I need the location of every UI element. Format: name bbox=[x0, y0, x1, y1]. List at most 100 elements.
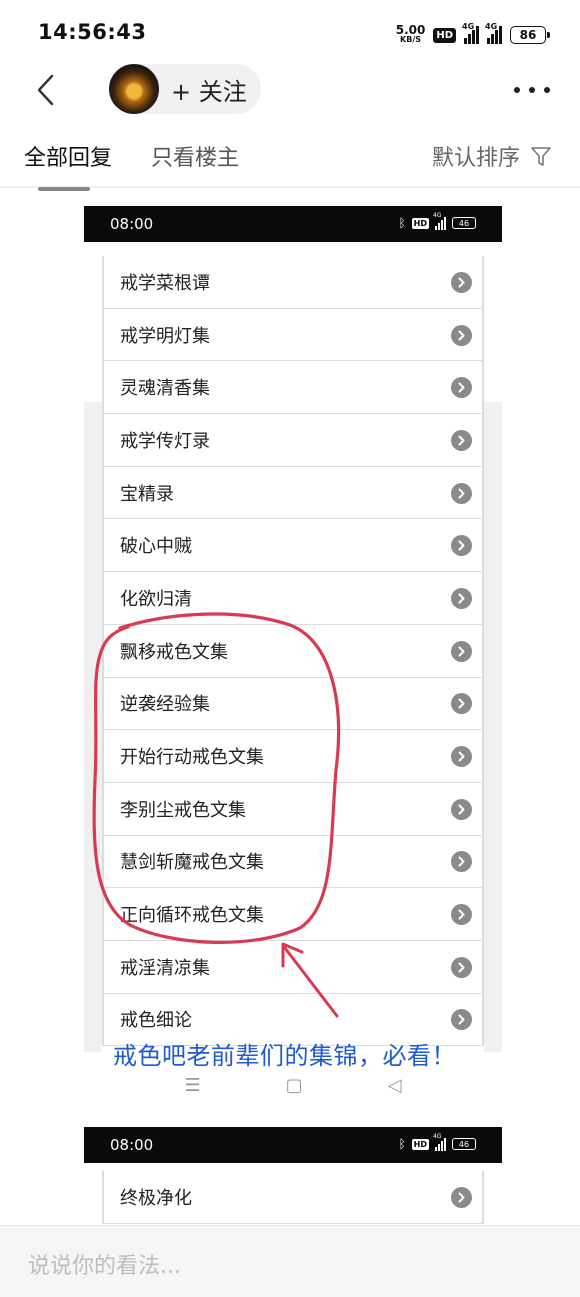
embedded-status-bar-2: 08:00 ᛒ HD 4G 46 bbox=[84, 1127, 502, 1163]
back-button[interactable] bbox=[30, 70, 70, 110]
embedded-time-2: 08:00 bbox=[110, 1136, 154, 1154]
chevron-right-icon bbox=[451, 482, 472, 504]
battery-icon: 46 bbox=[452, 217, 476, 229]
menu-icon: ☰ bbox=[184, 1074, 201, 1096]
chevron-right-icon bbox=[451, 904, 472, 926]
signal-label-2: 4G bbox=[485, 22, 498, 31]
chevron-right-icon bbox=[451, 956, 472, 978]
bluetooth-icon: ᛒ bbox=[398, 216, 406, 230]
more-icon bbox=[514, 87, 520, 93]
chevron-right-icon bbox=[451, 851, 472, 873]
chevron-right-icon bbox=[451, 798, 472, 820]
hd-icon: HD bbox=[433, 27, 456, 43]
more-button[interactable] bbox=[514, 76, 550, 104]
back-triangle-icon: ◁ bbox=[387, 1074, 402, 1096]
hd-icon: HD bbox=[411, 217, 429, 229]
list-item[interactable]: 戒学菜根谭 bbox=[102, 256, 484, 309]
article-list-2: 终极净化 bbox=[102, 1171, 484, 1224]
article-list: 戒学菜根谭戒学明灯集灵魂清香集戒学传灯录宝精录破心中贼化欲归清飘移戒色文集 逆袭经… bbox=[102, 256, 484, 1047]
chevron-right-icon bbox=[451, 640, 472, 662]
list-item-label: 戒学明灯集 bbox=[120, 325, 210, 347]
list-item[interactable]: 破心中贼 bbox=[102, 519, 484, 573]
tab-op-only[interactable]: 只看楼主 bbox=[151, 140, 239, 172]
bluetooth-icon: ᛒ bbox=[398, 1137, 406, 1151]
signal-label: 4G bbox=[462, 22, 475, 31]
chevron-right-icon bbox=[451, 746, 472, 768]
annotation-caption: 戒色吧老前辈们的集锦，必看！ bbox=[113, 1042, 456, 1070]
chevron-right-icon bbox=[451, 271, 472, 293]
signal-icon: 4G bbox=[462, 22, 479, 44]
sort-label: 默认排序 bbox=[431, 146, 520, 171]
follow-button[interactable]: + 关注 bbox=[109, 64, 261, 114]
list-item[interactable]: 开始行动戒色文集 bbox=[102, 730, 484, 783]
list-item[interactable]: 正向循环戒色文集 bbox=[102, 888, 484, 941]
list-item-label: 正向循环戒色文集 bbox=[120, 905, 264, 927]
chevron-right-icon bbox=[451, 587, 472, 609]
list-item[interactable]: 宝精录 bbox=[102, 467, 484, 520]
cut-off-content bbox=[38, 187, 90, 191]
signal-icon: 4G bbox=[433, 212, 446, 230]
chevron-right-icon bbox=[451, 377, 472, 399]
list-item[interactable]: 戒学传灯录 bbox=[102, 414, 484, 467]
list-item[interactable]: 李别尘戒色文集 bbox=[102, 783, 484, 836]
signal-icon-2: 4G bbox=[485, 22, 502, 44]
list-item[interactable]: 逆袭经验集 bbox=[102, 678, 484, 731]
battery-level: 46 bbox=[458, 218, 470, 228]
avatar[interactable] bbox=[109, 64, 159, 114]
list-item-label: 戒色细论 bbox=[120, 1010, 192, 1032]
hd-icon: HD bbox=[411, 1138, 429, 1150]
list-item[interactable]: 灵魂清香集 bbox=[102, 361, 484, 415]
battery-icon: 86 bbox=[510, 26, 550, 44]
status-time: 14:56:43 bbox=[38, 20, 147, 44]
chevron-right-icon bbox=[451, 1186, 472, 1208]
list-item[interactable]: 化欲归清 bbox=[102, 572, 484, 625]
embedded-status-bar: 08:00 ᛒ HD 4G 46 bbox=[84, 206, 502, 242]
net-speed: 5.00 KB/S bbox=[395, 23, 426, 45]
list-item-label: 破心中贼 bbox=[120, 536, 192, 558]
filter-icon bbox=[531, 147, 551, 166]
list-item-label: 开始行动戒色文集 bbox=[120, 747, 264, 769]
list-item-label: 宝精录 bbox=[120, 483, 174, 505]
net-speed-value: 5.00 bbox=[395, 23, 426, 37]
list-item[interactable]: 戒淫清凉集 bbox=[102, 941, 484, 994]
list-item-label: 灵魂清香集 bbox=[120, 378, 210, 400]
status-bar: 14:56:43 5.00 KB/S HD 4G 4G 86 bbox=[0, 0, 580, 62]
system-nav-bar: ☰ ▢ ◁ bbox=[84, 1070, 502, 1100]
battery-icon: 46 bbox=[452, 1138, 476, 1150]
chevron-right-icon bbox=[451, 535, 472, 557]
battery-level: 86 bbox=[519, 28, 537, 42]
signal-icon: 4G bbox=[433, 1133, 446, 1151]
sort-button[interactable]: 默认排序 bbox=[432, 140, 552, 172]
side-shade-left bbox=[84, 402, 102, 1052]
back-icon bbox=[37, 74, 54, 106]
list-item-label: 李别尘戒色文集 bbox=[120, 799, 246, 821]
tab-all-replies[interactable]: 全部回复 bbox=[24, 140, 112, 172]
net-speed-unit: KB/S bbox=[400, 35, 422, 44]
home-icon: ▢ bbox=[285, 1074, 303, 1096]
list-item[interactable]: 戒学明灯集 bbox=[102, 309, 484, 362]
embedded-time: 08:00 bbox=[110, 215, 154, 233]
chevron-right-icon bbox=[451, 693, 472, 715]
signal-label: 4G bbox=[433, 211, 442, 219]
embedded-status-icons-2: ᛒ HD 4G 46 bbox=[398, 1133, 476, 1151]
embedded-status-icons: ᛒ HD 4G 46 bbox=[398, 212, 476, 230]
side-shade-right bbox=[484, 402, 502, 1052]
list-item-label: 戒学菜根谭 bbox=[120, 272, 210, 294]
reply-tabs: 全部回复 只看楼主 默认排序 bbox=[0, 128, 580, 184]
list-item-label: 戒学传灯录 bbox=[120, 430, 210, 452]
comment-input-bar[interactable]: 说说你的看法... bbox=[0, 1225, 580, 1297]
embedded-screenshot-1[interactable]: 08:00 ᛒ HD 4G 46 戒学菜根谭戒学明灯集灵魂清香集戒学传灯录宝精录… bbox=[84, 206, 502, 1096]
nav-bar: + 关注 bbox=[0, 62, 580, 118]
list-item-label: 化欲归清 bbox=[120, 588, 192, 610]
list-item[interactable]: 终极净化 bbox=[102, 1171, 484, 1224]
list-item[interactable]: 慧剑斩魔戒色文集 bbox=[102, 836, 484, 889]
comment-placeholder: 说说你的看法... bbox=[28, 1254, 181, 1279]
list-item[interactable]: 飘移戒色文集 bbox=[102, 625, 484, 678]
embedded-screenshot-2[interactable]: 08:00 ᛒ HD 4G 46 终极净化 bbox=[84, 1127, 502, 1227]
list-item-label: 逆袭经验集 bbox=[120, 694, 210, 716]
list-item-label: 戒淫清凉集 bbox=[120, 957, 210, 979]
signal-label: 4G bbox=[433, 1132, 442, 1140]
list-item-label: 飘移戒色文集 bbox=[120, 641, 228, 663]
status-icons: 5.00 KB/S HD 4G 4G 86 bbox=[395, 22, 550, 48]
list-item-label: 慧剑斩魔戒色文集 bbox=[120, 852, 264, 874]
